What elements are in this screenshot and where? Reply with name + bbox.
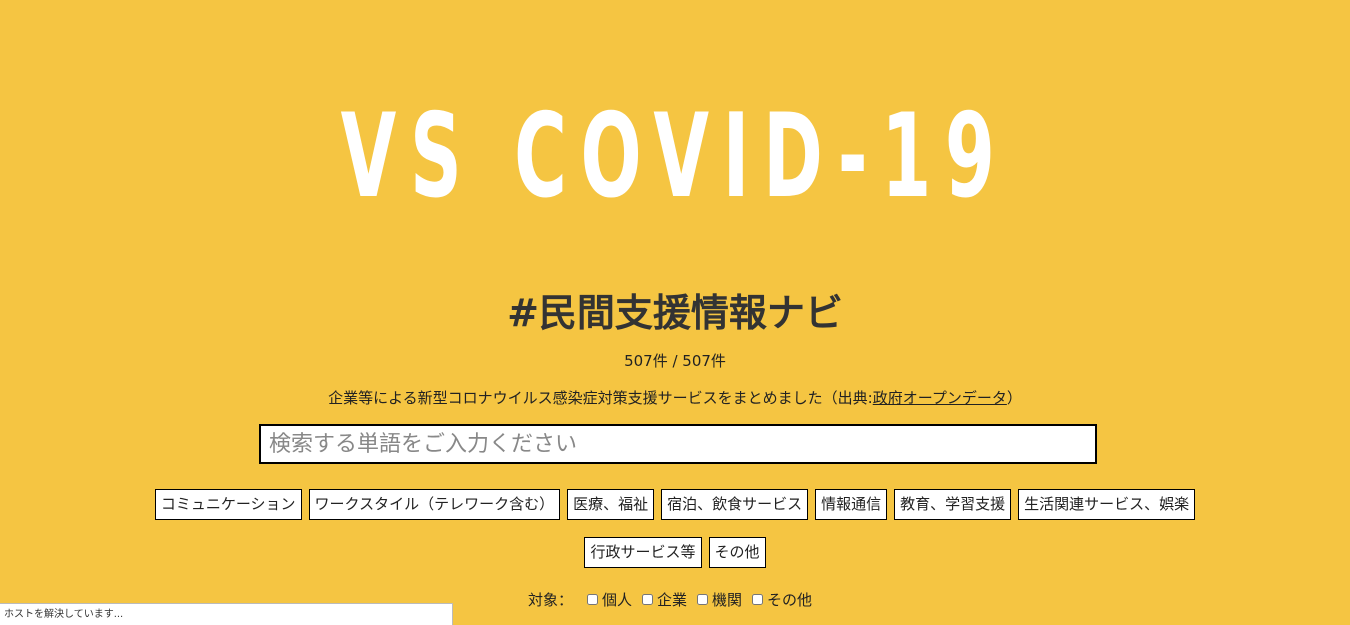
description-text: 企業等による新型コロナウイルス感染症対策支援サービスをまとめました（出典: — [328, 389, 873, 407]
category-tag-workstyle[interactable]: ワークスタイル（テレワーク含む） — [308, 489, 561, 520]
target-other-label: その他 — [767, 591, 813, 609]
category-tags-row-1: コミュニケーション ワークスタイル（テレワーク含む） 医療、福祉 宿泊、飲食サー… — [0, 489, 1350, 520]
target-label: 対象： — [527, 591, 573, 609]
target-company-label: 企業 — [656, 591, 687, 609]
category-tag-lodging-food[interactable]: 宿泊、飲食サービス — [661, 489, 809, 520]
target-institution[interactable]: 機関 — [697, 589, 742, 610]
target-individual[interactable]: 個人 — [586, 589, 632, 610]
target-individual-checkbox[interactable] — [586, 594, 598, 605]
target-company-checkbox[interactable] — [641, 594, 653, 605]
description-suffix: ） — [1006, 389, 1022, 407]
hero-title: VS COVID-19 — [341, 89, 1009, 224]
target-institution-checkbox[interactable] — [697, 594, 708, 605]
category-tag-communication[interactable]: コミュニケーション — [154, 489, 302, 520]
target-company[interactable]: 企業 — [641, 589, 687, 610]
target-other[interactable]: その他 — [752, 589, 812, 610]
category-tags-row-2: 行政サービス等 その他 — [0, 537, 1350, 568]
page-title: #民間支援情報ナビ — [507, 291, 843, 335]
target-other-checkbox[interactable] — [752, 594, 764, 605]
target-individual-label: 個人 — [601, 591, 632, 609]
search-input[interactable] — [259, 424, 1097, 464]
description: 企業等による新型コロナウイルス感染症対策支援サービスをまとめました（出典:政府オ… — [0, 387, 1350, 408]
open-data-link[interactable]: 政府オープンデータ — [873, 389, 1007, 407]
category-tag-education[interactable]: 教育、学習支援 — [894, 489, 1012, 520]
browser-status-bar: ホストを解決しています... — [0, 603, 453, 625]
category-tag-government[interactable]: 行政サービス等 — [584, 537, 702, 568]
hero-banner: VS COVID-19 — [0, 92, 1350, 222]
target-institution-label: 機関 — [712, 591, 743, 609]
category-tag-other[interactable]: その他 — [708, 537, 766, 568]
category-tag-medical[interactable]: 医療、福祉 — [567, 489, 655, 520]
result-count: 507件 / 507件 — [624, 352, 726, 370]
category-tag-it[interactable]: 情報通信 — [815, 489, 888, 520]
category-tag-lifestyle[interactable]: 生活関連サービス、娯楽 — [1018, 489, 1196, 520]
